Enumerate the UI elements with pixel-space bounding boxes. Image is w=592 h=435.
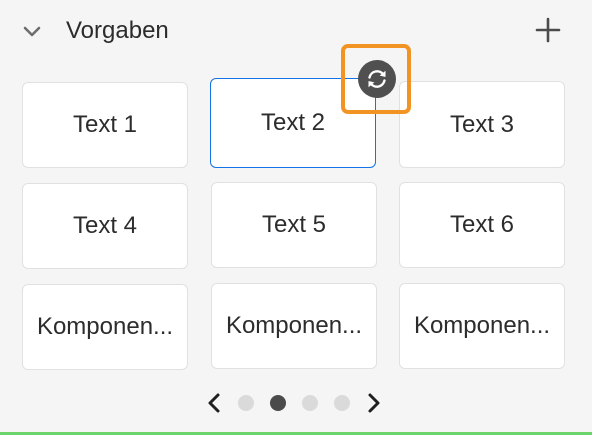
preset-tile[interactable]: Komponen... <box>22 284 188 370</box>
preset-tile[interactable]: Komponen... <box>211 283 377 369</box>
preset-tile-label: Komponen... <box>225 312 363 339</box>
next-page-button[interactable] <box>362 390 386 416</box>
chevron-right-icon <box>368 393 380 413</box>
preset-tile-label: Text 4 <box>72 212 138 239</box>
preset-tile[interactable]: Text 4 <box>22 183 188 269</box>
chevron-left-icon <box>208 393 220 413</box>
collapse-button[interactable] <box>18 18 46 46</box>
preset-tile-label: Komponen... <box>36 313 174 340</box>
preset-tile[interactable]: Text 6 <box>399 182 565 268</box>
page-dot[interactable] <box>238 395 254 411</box>
preset-tile-label: Text 2 <box>260 109 326 136</box>
preset-tile[interactable]: Text 5 <box>211 182 377 268</box>
presets-panel: Vorgaben Text 1 Text 2 Text 3 Text 4 Tex… <box>0 0 592 435</box>
pager <box>0 386 592 420</box>
page-dot[interactable] <box>334 395 350 411</box>
add-preset-button[interactable] <box>532 14 564 46</box>
preset-tile-label: Text 5 <box>261 211 327 238</box>
preset-tile[interactable]: Text 3 <box>399 81 565 168</box>
preset-tile-label: Text 3 <box>449 110 515 138</box>
refresh-button[interactable] <box>358 60 396 98</box>
page-dot[interactable] <box>302 395 318 411</box>
plus-icon <box>535 17 561 43</box>
page-dot[interactable] <box>270 395 286 411</box>
preset-tile[interactable]: Text 1 <box>22 82 188 168</box>
panel-title: Vorgaben <box>66 17 169 44</box>
preset-tile-label: Text 6 <box>449 211 515 238</box>
refresh-icon <box>368 70 386 88</box>
previous-page-button[interactable] <box>202 390 226 416</box>
preset-tile-label: Komponen... <box>413 312 551 339</box>
preset-tile-label: Text 1 <box>72 111 138 138</box>
chevron-down-icon <box>23 26 41 37</box>
panel-header: Vorgaben <box>0 0 592 62</box>
preset-tile[interactable]: Komponen... <box>399 283 565 369</box>
